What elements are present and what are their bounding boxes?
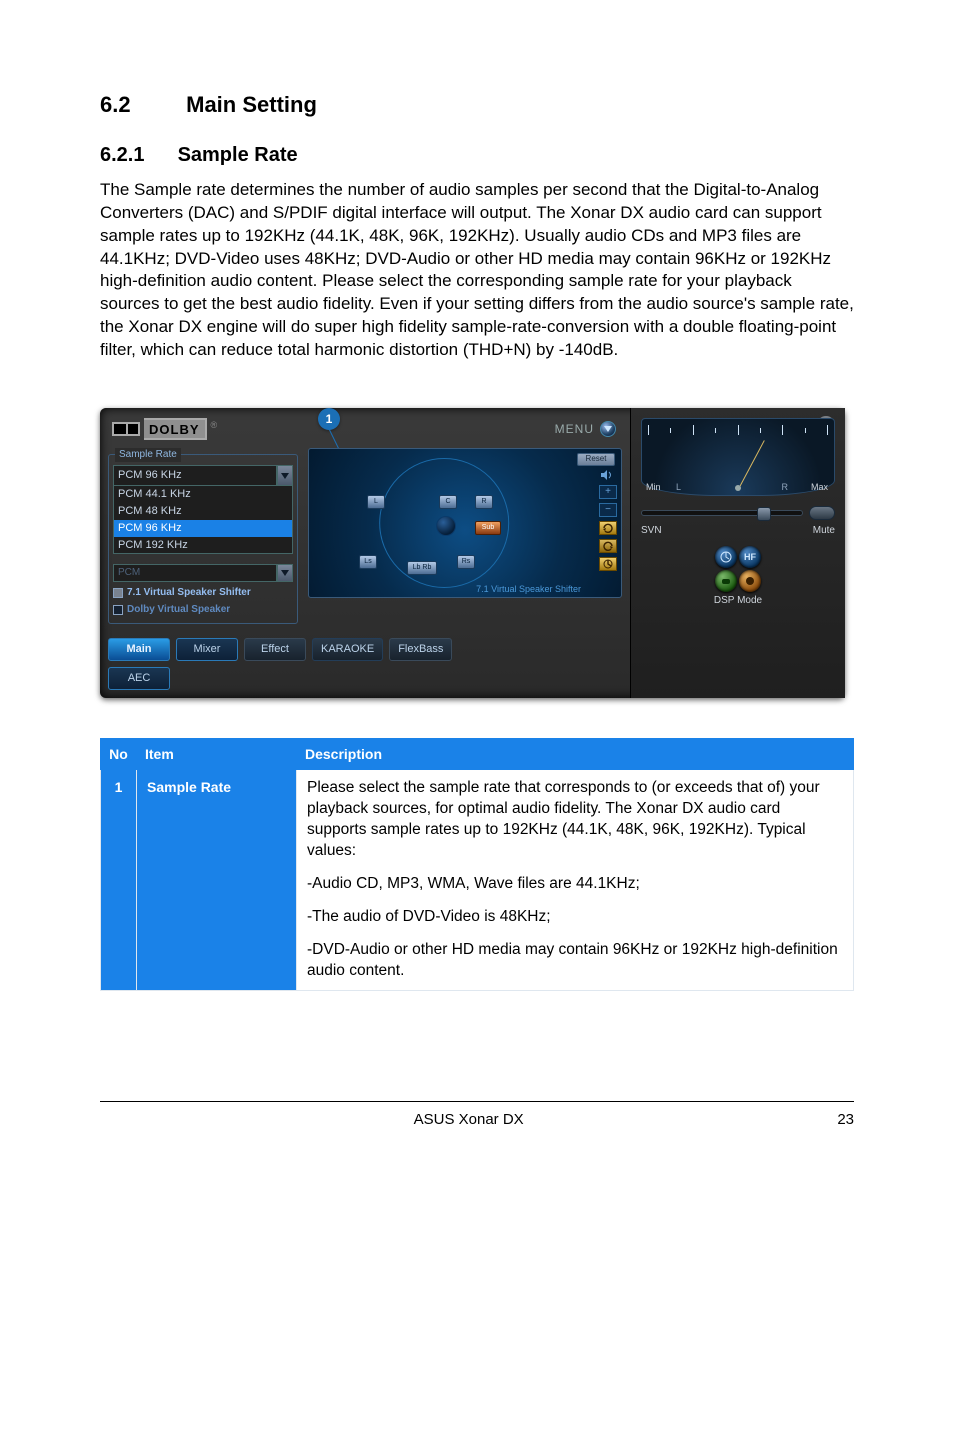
table-row: 1 Sample Rate Please select the sample r… <box>101 770 854 990</box>
sample-rate-value: PCM 96 KHz <box>113 465 277 486</box>
dsp-mode-icon[interactable] <box>715 546 737 568</box>
desc-p2: -Audio CD, MP3, WMA, Wave files are 44.1… <box>307 874 843 895</box>
vu-max-label: Max <box>811 481 828 493</box>
sample-rate-option[interactable]: PCM 192 KHz <box>114 537 292 554</box>
subsection-number: 6.2.1 <box>100 142 172 169</box>
subsection-title-text: Sample Rate <box>178 144 298 166</box>
speaker-right-icon[interactable]: R <box>475 495 493 509</box>
page-footer: ASUS Xonar DX 23 <box>100 1101 854 1130</box>
zoom-in-button[interactable]: + <box>599 485 617 499</box>
menu-label: MENU <box>555 421 594 437</box>
dropdown-arrow-icon[interactable] <box>277 465 293 486</box>
dolby-virtual-speaker-checkbox[interactable]: Dolby Virtual Speaker <box>113 603 293 617</box>
chevron-down-icon <box>600 421 616 437</box>
cell-item: Sample Rate <box>137 770 297 990</box>
dvs-label: Dolby Virtual Speaker <box>127 603 230 617</box>
footer-product: ASUS Xonar DX <box>100 1110 837 1130</box>
desc-p1: Please select the sample rate that corre… <box>307 778 843 862</box>
menu-button[interactable]: MENU <box>555 421 616 437</box>
volume-slider[interactable] <box>641 510 803 516</box>
col-item: Item <box>137 738 297 770</box>
vu-r-label: R <box>782 481 789 493</box>
tab-karaoke[interactable]: KARAOKE <box>312 638 383 661</box>
desc-p3: -The audio of DVD-Video is 48KHz; <box>307 907 843 928</box>
dsp-music-icon[interactable] <box>739 570 761 592</box>
sub-format-select[interactable]: PCM <box>113 564 293 582</box>
dsp-mode-label: DSP Mode <box>641 594 835 608</box>
section-title-text: Main Setting <box>186 92 317 117</box>
dolby-logo: DOLBY ® <box>112 418 217 441</box>
tab-main[interactable]: Main <box>108 638 170 661</box>
dsp-hf-icon[interactable]: HF <box>739 546 761 568</box>
col-desc: Description <box>297 738 854 770</box>
sample-rate-dropdown-list[interactable]: PCM 44.1 KHz PCM 48 KHz PCM 96 KHz PCM 1… <box>113 485 293 554</box>
speaker-left-icon[interactable]: L <box>367 495 385 509</box>
listener-head-icon[interactable] <box>436 516 456 536</box>
speaker-sub-icon[interactable]: Sub <box>475 521 501 535</box>
rotate-ccw-icon[interactable] <box>599 539 617 553</box>
speaker-rs-icon[interactable]: Rs <box>457 555 475 569</box>
volume-icon[interactable] <box>599 469 617 481</box>
speaker-center-icon[interactable]: C <box>439 495 457 509</box>
screenshot-figure: 1 DOLBY ® MENU Sample <box>100 408 854 697</box>
stage-caption: 7.1 Virtual Speaker Shifter <box>476 583 581 595</box>
cell-no: 1 <box>101 770 137 990</box>
sample-rate-option[interactable]: PCM 44.1 KHz <box>114 486 292 503</box>
body-paragraph: The Sample rate determines the number of… <box>100 179 854 363</box>
mute-toggle[interactable] <box>809 506 835 520</box>
description-table: No Item Description 1 Sample Rate Please… <box>100 738 854 991</box>
reset-button[interactable]: Reset <box>577 453 615 466</box>
dsp-game-icon[interactable] <box>715 570 737 592</box>
checkbox-icon <box>113 605 123 615</box>
reset-rotate-icon[interactable] <box>599 557 617 571</box>
footer-page: 23 <box>837 1110 854 1130</box>
col-no: No <box>101 738 137 770</box>
speaker-stage[interactable]: Reset L C R Sub Ls Lb Rb Rs 7.1 Virtual … <box>308 448 622 598</box>
sample-rate-group-label: Sample Rate <box>115 448 181 462</box>
dolby-wordmark: DOLBY <box>144 418 207 441</box>
speaker-lbrb-icon[interactable]: Lb Rb <box>407 561 437 575</box>
dolby-d-icon <box>112 422 140 436</box>
registered-mark: ® <box>211 419 218 431</box>
stage-side-controls: + − <box>599 469 617 571</box>
section-number: 6.2 <box>100 90 180 120</box>
mute-label: Mute <box>813 524 835 538</box>
section-heading: 6.2 Main Setting <box>100 90 854 120</box>
sample-rate-group: Sample Rate PCM 96 KHz PCM 44.1 KHz PCM … <box>108 454 298 624</box>
dropdown-arrow-icon[interactable] <box>277 564 293 582</box>
audio-control-panel: DOLBY ® MENU Sample Rate PCM 96 KHz <box>100 408 845 697</box>
tab-aec[interactable]: AEC <box>108 667 170 690</box>
vss-label: 7.1 Virtual Speaker Shifter <box>127 586 251 600</box>
rotate-cw-icon[interactable] <box>599 521 617 535</box>
cell-description: Please select the sample rate that corre… <box>297 770 854 990</box>
speaker-ls-icon[interactable]: Ls <box>359 555 377 569</box>
sub-format-value: PCM <box>113 564 277 582</box>
zoom-out-button[interactable]: − <box>599 503 617 517</box>
tab-mixer[interactable]: Mixer <box>176 638 238 661</box>
tab-flexbass[interactable]: FlexBass <box>389 638 452 661</box>
checkbox-icon <box>113 588 123 598</box>
virtual-speaker-shifter-checkbox[interactable]: 7.1 Virtual Speaker Shifter <box>113 586 293 600</box>
subsection-heading: 6.2.1 Sample Rate <box>100 142 854 169</box>
vu-needle <box>738 440 765 489</box>
sample-rate-select[interactable]: PCM 96 KHz <box>113 465 293 486</box>
vu-min-label: Min <box>646 481 661 493</box>
sample-rate-option[interactable]: PCM 96 KHz <box>114 520 292 537</box>
slider-thumb[interactable] <box>757 507 771 521</box>
vu-l-label: L <box>676 481 681 493</box>
vu-meter: Min L R Max <box>641 418 835 496</box>
desc-p4: -DVD-Audio or other HD media may contain… <box>307 940 843 982</box>
tab-effect[interactable]: Effect <box>244 638 306 661</box>
panel-topbar: DOLBY ® MENU <box>108 414 622 448</box>
svn-label: SVN <box>641 524 662 538</box>
sample-rate-option[interactable]: PCM 48 KHz <box>114 503 292 520</box>
